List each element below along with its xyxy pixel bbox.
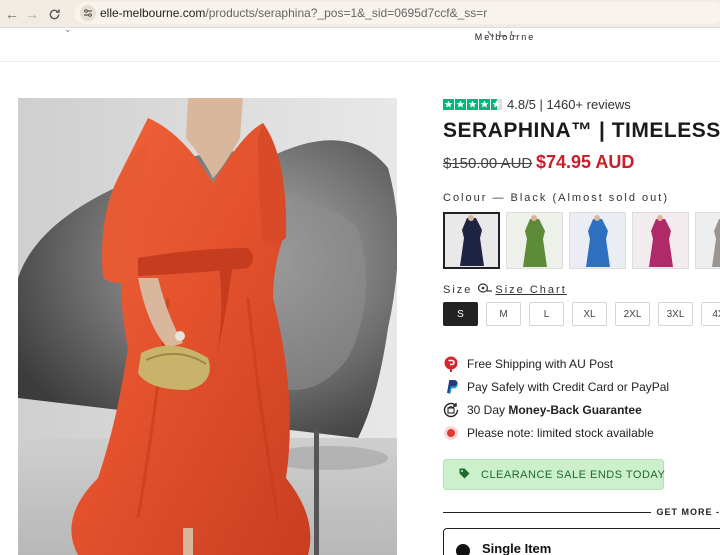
swatch-green[interactable] (506, 212, 563, 269)
brand-name[interactable]: Melbourne (0, 32, 720, 42)
site-info-icon[interactable] (80, 5, 96, 21)
clearance-banner: CLEARANCE SALE ENDS TODAY (443, 459, 665, 490)
bundle-option-single[interactable]: Single Item (443, 528, 720, 555)
size-2xl-button[interactable]: 2XL (615, 302, 650, 326)
pin-icon (443, 356, 459, 372)
size-label: Size Size Chart (443, 283, 567, 296)
product-image[interactable] (18, 98, 397, 555)
swatch-blue[interactable] (569, 212, 626, 269)
option-label: Single Item (482, 541, 552, 555)
swatch-black[interactable] (443, 212, 500, 269)
swatch-grey[interactable] (695, 212, 720, 269)
return-box-icon (443, 402, 459, 418)
feature-guarantee: 30 Day Money-Back Guarantee (443, 398, 669, 421)
radio-selected-icon[interactable] (456, 544, 470, 555)
size-3xl-button[interactable]: 3XL (658, 302, 693, 326)
original-price: $150.00 AUD (443, 155, 533, 172)
feature-shipping: Free Shipping with AU Post (443, 352, 669, 375)
size-s-button[interactable]: S (443, 302, 478, 326)
size-options: S M L XL 2XL 3XL 4X (443, 302, 720, 326)
colour-label: Colour — Black (Almost sold out) (443, 192, 669, 204)
reload-icon[interactable] (44, 4, 64, 24)
site-header: ⌄ Melbourne (0, 24, 720, 62)
star-rating-icon (443, 99, 502, 110)
colour-swatches (443, 212, 720, 269)
red-dot-icon (443, 425, 459, 441)
feature-stock: Please note: limited stock available (443, 421, 669, 444)
tape-measure-icon (478, 283, 493, 296)
browser-toolbar: ← → elle-melbourne.com/products/seraphin… (0, 0, 720, 28)
size-4xl-button[interactable]: 4X (701, 302, 720, 326)
url-text[interactable]: elle-melbourne.com/products/seraphina?_p… (100, 6, 487, 20)
product-title: SERAPHINA™ | TIMELESS (443, 119, 720, 142)
size-m-button[interactable]: M (486, 302, 521, 326)
size-chart-link[interactable]: Size Chart (478, 283, 566, 296)
size-xl-button[interactable]: XL (572, 302, 607, 326)
forward-icon[interactable]: → (22, 4, 42, 24)
rating-summary[interactable]: 4.8/5 | 1460+ reviews (443, 97, 631, 112)
feature-list: Free Shipping with AU Post Pay Safely wi… (443, 352, 669, 444)
paypal-icon (443, 379, 459, 395)
size-l-button[interactable]: L (529, 302, 564, 326)
feature-payment: Pay Safely with Credit Card or PayPal (443, 375, 669, 398)
swatch-magenta[interactable] (632, 212, 689, 269)
rating-text: 4.8/5 | 1460+ reviews (507, 97, 631, 112)
get-more-label: GET MORE - (656, 507, 720, 517)
get-more-divider: GET MORE - (443, 507, 720, 517)
tag-icon (459, 468, 470, 482)
sale-price: $74.95 AUD (536, 152, 635, 172)
back-icon[interactable]: ← (2, 4, 22, 24)
logo-mark (470, 24, 540, 37)
